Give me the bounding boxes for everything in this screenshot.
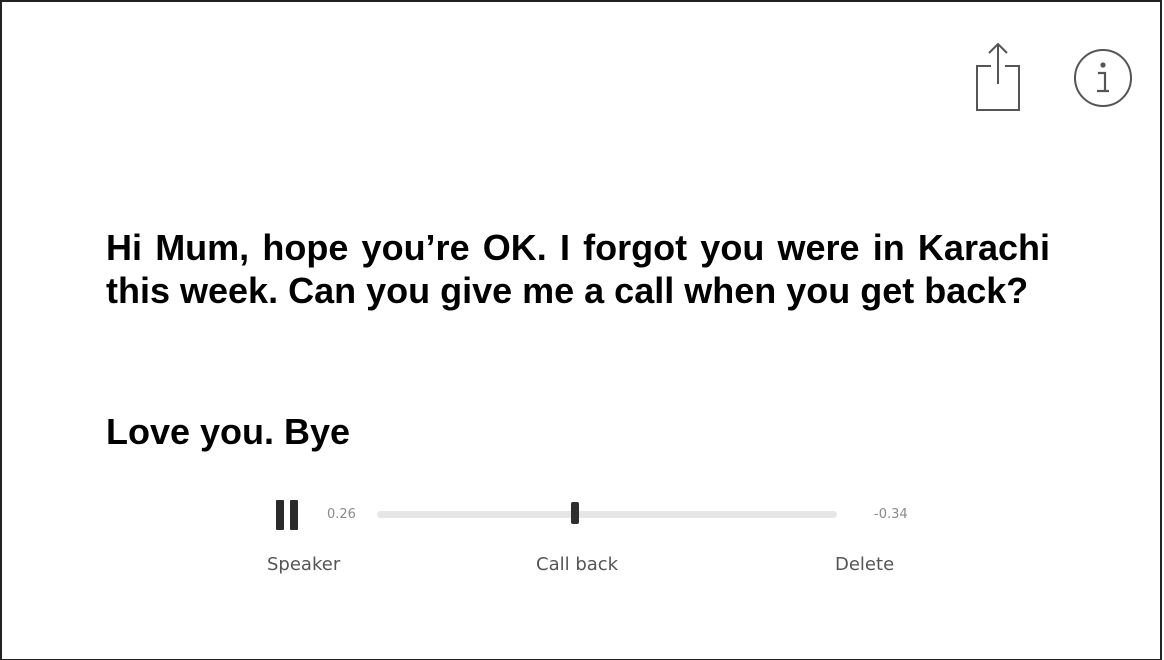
- delete-button[interactable]: Delete: [835, 554, 894, 575]
- share-icon: [976, 42, 1020, 111]
- remaining-time: -0.34: [874, 507, 908, 522]
- share-button[interactable]: [966, 36, 1030, 116]
- playback-scrubber[interactable]: [570, 502, 579, 524]
- pause-button[interactable]: [274, 500, 300, 530]
- elapsed-time: 0.26: [327, 507, 356, 522]
- info-button[interactable]: [1066, 46, 1140, 110]
- pause-bar-left: [276, 500, 284, 530]
- playback-track[interactable]: [377, 511, 837, 518]
- pause-bar-right: [290, 500, 298, 530]
- voicemail-transcript: Hi Mum, hope you’re OK. I forgot you wer…: [106, 227, 1050, 311]
- call-back-button[interactable]: Call back: [536, 554, 618, 575]
- info-icon: [1074, 49, 1132, 107]
- speaker-button[interactable]: Speaker: [267, 554, 340, 575]
- voicemail-signoff: Love you. Bye: [106, 411, 351, 452]
- audio-player: 0.26 -0.34 Speaker Call back Delete: [250, 492, 930, 592]
